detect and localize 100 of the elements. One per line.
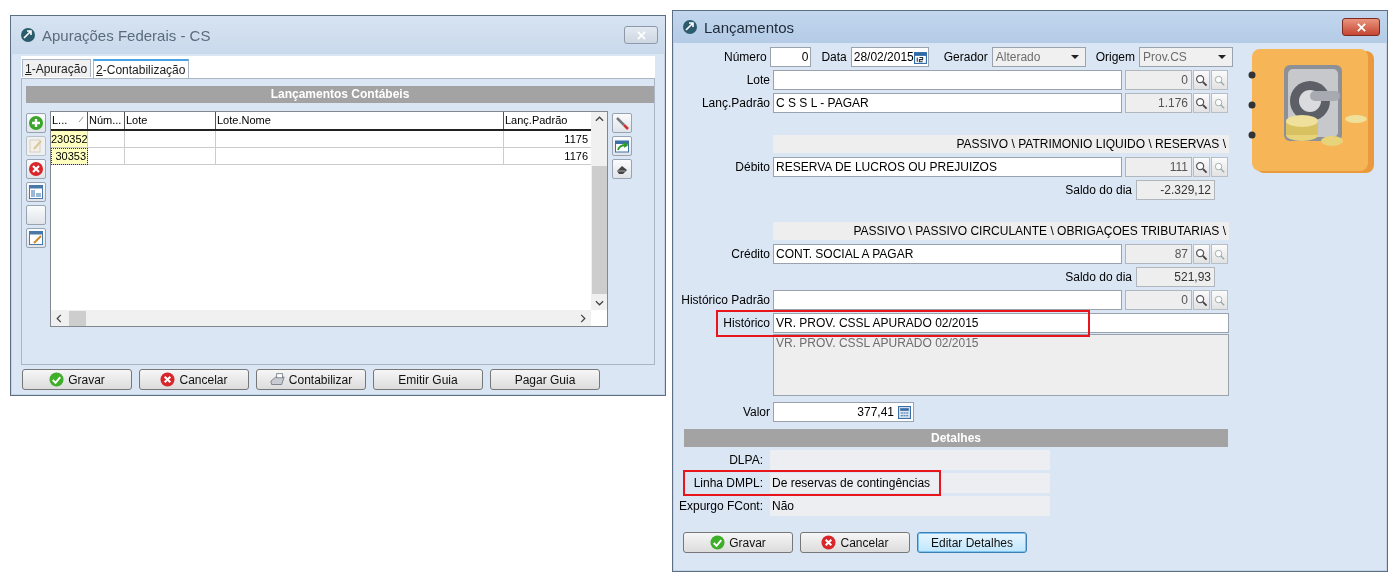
balance-field: 521,93 — [1136, 267, 1215, 287]
search-icon — [1195, 96, 1208, 110]
field-label: Número — [723, 50, 767, 64]
input-field[interactable]: 377,41 — [773, 402, 914, 422]
button[interactable]: Editar Detalhes — [917, 532, 1027, 553]
search-button[interactable] — [1193, 244, 1210, 264]
close-icon — [1356, 22, 1366, 32]
toolbar-button[interactable] — [612, 159, 632, 179]
code-field[interactable]: 0 — [1125, 290, 1192, 310]
field-label: Expurgo FCont: — [677, 499, 763, 513]
table-cell — [88, 131, 125, 148]
search-icon — [1213, 247, 1226, 261]
layout-icon — [28, 184, 44, 200]
field-label: Data — [821, 50, 847, 64]
scrollbar-thumb[interactable] — [591, 166, 607, 294]
table-cell — [88, 148, 125, 165]
caret-icon — [1218, 55, 1226, 59]
close-button[interactable] — [1342, 18, 1380, 36]
button[interactable]: Contabilizar — [256, 369, 366, 390]
delete-icon — [28, 161, 44, 177]
button[interactable]: Cancelar — [139, 369, 249, 390]
input-field[interactable]: VR. PROV. CSSL APURADO 02/2015 — [773, 313, 1229, 333]
field-label: Histórico Padrão — [680, 293, 770, 307]
input-field[interactable] — [773, 290, 1122, 310]
export-icon — [614, 138, 630, 154]
add-icon — [28, 115, 44, 131]
button[interactable]: Gravar — [683, 532, 793, 553]
search-button[interactable] — [1193, 290, 1210, 310]
column-header[interactable]: L... — [51, 112, 88, 129]
code-field[interactable]: 111 — [1125, 157, 1192, 177]
toolbar-button[interactable] — [612, 136, 632, 156]
edit-layout-icon — [28, 230, 44, 246]
code-field[interactable]: 0 — [1125, 70, 1192, 90]
scrollbar[interactable] — [591, 112, 607, 310]
balance-field: -2.329,12 — [1136, 180, 1215, 200]
search-icon — [1213, 96, 1226, 110]
toolbar-button[interactable] — [26, 228, 46, 248]
field-label: Valor — [741, 405, 770, 419]
field-label: DLPA: — [728, 453, 763, 467]
field-label: Lanç.Padrão — [700, 96, 770, 110]
field-label: Débito — [734, 160, 770, 174]
search-icon — [1213, 73, 1226, 87]
check-icon — [49, 372, 65, 387]
search-button[interactable] — [1193, 157, 1210, 177]
app-icon — [682, 19, 698, 35]
column-header[interactable]: Lote — [125, 112, 216, 129]
date-field[interactable]: 28/02/2015 — [850, 47, 929, 67]
scrollbar-thumb[interactable] — [69, 310, 86, 326]
tab[interactable]: 2-Contabilização — [93, 59, 190, 78]
search-icon — [1195, 73, 1208, 87]
field-label: Crédito — [730, 247, 770, 261]
button[interactable]: Pagar Guia — [490, 369, 600, 390]
input-field[interactable]: 0 — [769, 47, 812, 67]
toolbar-button[interactable] — [26, 159, 46, 179]
calculator-icon — [898, 405, 911, 419]
column-header[interactable]: Lote.Nome — [216, 112, 504, 129]
app-icon — [20, 27, 36, 43]
edit-icon — [28, 138, 44, 154]
input-field[interactable]: C S S L - PAGAR — [773, 93, 1122, 113]
section-header: Lançamentos Contábeis — [26, 86, 654, 103]
tab[interactable]: 1-Apuração — [22, 59, 92, 77]
detail-value: Não — [770, 496, 1050, 516]
field-label: Lote — [745, 73, 770, 87]
code-field[interactable]: 1.176 — [1125, 93, 1192, 113]
button[interactable]: Cancelar — [800, 532, 910, 553]
field-label: Origem — [1095, 50, 1136, 64]
search-icon — [1213, 160, 1226, 174]
cancel-icon — [160, 372, 176, 387]
section-header: Detalhes — [684, 429, 1228, 447]
input-field[interactable]: RESERVA DE LUCROS OU PREJUIZOS — [773, 157, 1122, 177]
window-title: Lançamentos — [704, 18, 796, 36]
search-button[interactable] — [1193, 70, 1210, 90]
search-icon — [1195, 160, 1208, 174]
field-label: Histórico — [722, 316, 770, 330]
search-button[interactable] — [1193, 93, 1210, 113]
window-title: Apurações Federais - CS — [42, 26, 212, 44]
button[interactable]: Gravar — [22, 369, 132, 390]
column-header[interactable]: Núm... — [88, 112, 125, 129]
toolbar-button[interactable] — [26, 182, 46, 202]
input-field[interactable] — [773, 70, 1122, 90]
cancel-icon — [821, 535, 837, 550]
detail-value: De reservas de contingências — [770, 473, 1050, 493]
input-field[interactable]: CONT. SOCIAL A PAGAR — [773, 244, 1122, 264]
account-path: PASSIVO \ PASSIVO CIRCULANTE \ OBRIGAÇOES TRIBUTARIAS \ — [773, 222, 1229, 240]
sort-icon — [78, 116, 85, 123]
calendar-icon — [913, 50, 927, 64]
code-field[interactable]: 87 — [1125, 244, 1192, 264]
text-area[interactable]: VR. PROV. CSSL APURADO 02/2015 — [773, 334, 1229, 396]
search-icon — [1213, 293, 1226, 307]
field-label: Saldo do dia — [1065, 183, 1132, 197]
search-icon — [1195, 293, 1208, 307]
button[interactable]: Emitir Guia — [373, 369, 483, 390]
table-cell: 30353 — [51, 148, 88, 165]
search-icon — [1195, 247, 1208, 261]
caret-icon — [1070, 55, 1079, 59]
field-label: Gerador — [943, 50, 988, 64]
scrollbar[interactable] — [51, 310, 591, 326]
field-label: Saldo do dia — [1065, 270, 1132, 284]
printer-icon — [269, 372, 285, 387]
close-icon — [636, 30, 646, 40]
